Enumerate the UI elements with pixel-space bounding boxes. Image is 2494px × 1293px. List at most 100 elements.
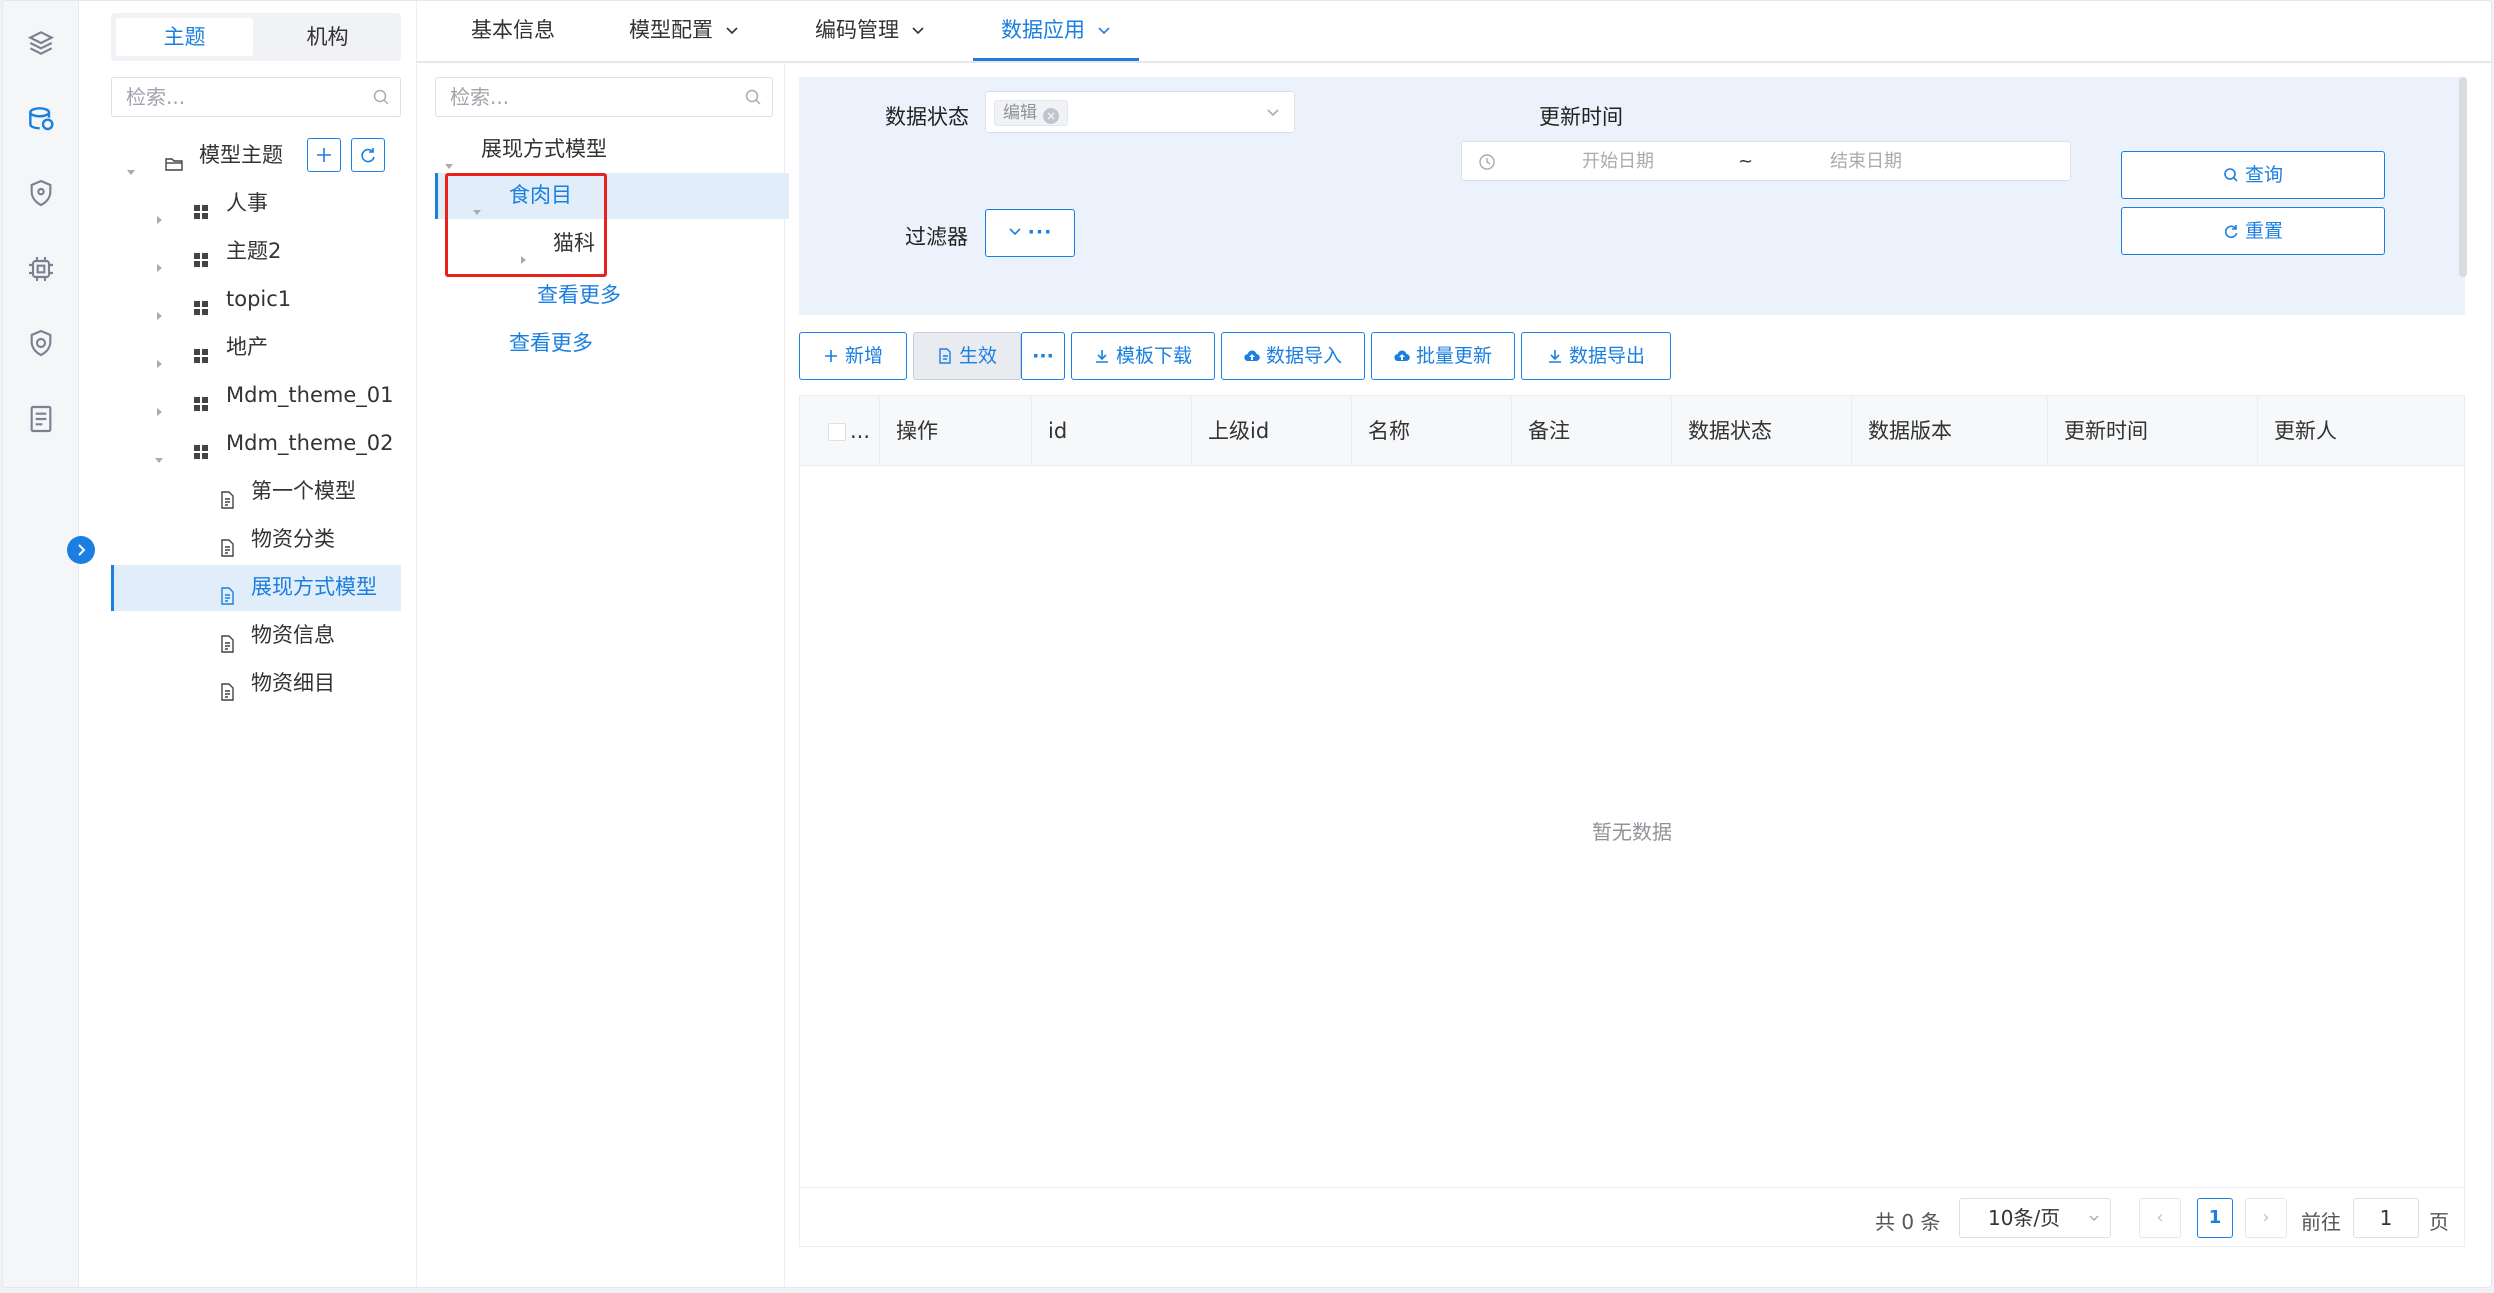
highlight-box <box>445 173 607 277</box>
grid-icon <box>191 433 211 459</box>
tree-item-topic[interactable]: 人事 <box>79 181 417 225</box>
vertical-scrollbar[interactable] <box>2459 77 2467 277</box>
add-button[interactable]: 新增 <box>799 332 907 380</box>
data-export-button[interactable]: 数据导出 <box>1521 332 1671 380</box>
pagination: 共 0 条 10条/页 ‹ 1 › 前往 1 页 <box>799 1187 2465 1247</box>
tag-close-icon[interactable]: × <box>1043 108 1059 124</box>
document-icon <box>217 625 237 653</box>
filter-label: 过滤器 <box>905 225 968 249</box>
data-import-button[interactable]: 数据导入 <box>1221 332 1365 380</box>
tree-item-model[interactable]: 物资信息 <box>111 613 401 657</box>
tree-item-model-selected[interactable]: 展现方式模型 <box>111 565 401 611</box>
chevron-down-icon <box>1267 109 1279 117</box>
view-more-link-inner[interactable]: 查看更多 <box>537 279 621 309</box>
tree-item-model[interactable]: 物资分类 <box>111 517 401 561</box>
caret-down-icon[interactable] <box>153 437 165 463</box>
next-page-button[interactable]: › <box>2245 1198 2287 1238</box>
caret-down-icon[interactable] <box>125 149 137 175</box>
refresh-button[interactable] <box>351 138 385 172</box>
caret-right-icon[interactable] <box>153 389 165 416</box>
end-date-placeholder[interactable]: 结束日期 <box>1830 142 1902 182</box>
filter-dropdown-button[interactable]: ··· <box>985 209 1075 257</box>
database-icon[interactable] <box>25 103 57 135</box>
sidebar-collapse-button[interactable] <box>67 536 95 564</box>
caret-right-icon[interactable] <box>153 197 165 224</box>
cloud-upload-icon <box>1244 350 1260 362</box>
column-header[interactable]: 操作 <box>880 396 1032 466</box>
data-table: ... 操作 id 上级id 名称 备注 数据状态 数据版本 更新时间 更新人 … <box>799 395 2465 1247</box>
clock-icon <box>1479 154 1495 170</box>
add-topic-button[interactable] <box>307 138 341 172</box>
document-icon <box>939 348 951 364</box>
document-icon <box>217 481 237 509</box>
topic-search-input[interactable] <box>112 78 400 116</box>
cloud-upload-icon <box>1394 350 1410 362</box>
start-date-placeholder[interactable]: 开始日期 <box>1582 142 1654 182</box>
column-header[interactable]: 数据状态 <box>1672 396 1852 466</box>
column-header[interactable]: 更新时间 <box>2048 396 2258 466</box>
tab-label: 模型配置 <box>629 18 713 42</box>
tab-organization[interactable]: 机构 <box>259 18 396 56</box>
data-tree-root[interactable]: 展现方式模型 <box>435 127 789 171</box>
column-header[interactable]: 备注 <box>1512 396 1672 466</box>
tree-item-topic[interactable]: Mdm_theme_01 <box>79 373 417 417</box>
select-all-checkbox[interactable] <box>828 423 846 441</box>
tree-item-label: 主题2 <box>226 239 282 263</box>
caret-down-icon[interactable] <box>443 143 455 169</box>
effective-button[interactable]: 生效 <box>913 332 1021 380</box>
tab-code-management[interactable]: 编码管理 <box>815 1 925 61</box>
add-button-label: 新增 <box>844 345 883 367</box>
template-download-button[interactable]: 模板下载 <box>1071 332 1215 380</box>
goto-page-input[interactable]: 1 <box>2353 1198 2419 1238</box>
tree-item-topic[interactable]: topic1 <box>79 277 417 321</box>
document-list-icon[interactable] <box>25 403 57 435</box>
column-header[interactable]: 数据版本 <box>1852 396 2048 466</box>
empty-state-text: 暂无数据 <box>1592 820 1672 844</box>
tree-item-topic[interactable]: Mdm_theme_02 <box>79 421 417 465</box>
search-icon <box>744 88 762 106</box>
tab-topic[interactable]: 主题 <box>116 18 253 56</box>
app-window: 主题 机构 模型主题 人事 主题2 topic1 <box>2 0 2492 1288</box>
download-icon <box>1095 350 1108 363</box>
data-tree-root-label: 展现方式模型 <box>481 137 607 161</box>
prev-page-button[interactable]: ‹ <box>2139 1198 2181 1238</box>
data-tree-search-input[interactable] <box>436 78 772 116</box>
caret-right-icon[interactable] <box>153 245 165 272</box>
tab-data-application[interactable]: 数据应用 <box>973 1 1139 61</box>
chevron-down-icon <box>726 27 738 35</box>
date-range-picker[interactable]: 开始日期 ~ 结束日期 <box>1461 141 2071 181</box>
filter-panel: 数据状态 编辑 × 更新时间 开始日期 ~ 结束日期 过滤器 ··· 查询 重置 <box>799 77 2465 315</box>
view-more-link-outer[interactable]: 查看更多 <box>509 327 593 357</box>
effective-button-label: 生效 <box>958 345 997 367</box>
column-header[interactable]: 上级id <box>1192 396 1352 466</box>
layers-icon[interactable] <box>25 27 57 59</box>
query-button[interactable]: 查询 <box>2121 151 2385 199</box>
grid-icon <box>191 289 211 315</box>
tree-item-model[interactable]: 物资细目 <box>111 661 401 705</box>
total-count: 共 0 条 <box>1875 1210 1941 1234</box>
tab-basic-info[interactable]: 基本信息 <box>471 1 555 61</box>
shield-check-icon[interactable] <box>25 327 57 359</box>
selection-indicator <box>435 173 438 219</box>
batch-update-button[interactable]: 批量更新 <box>1371 332 1515 380</box>
page-size-select[interactable]: 10条/页 <box>1959 1198 2111 1238</box>
column-header[interactable]: 名称 <box>1352 396 1512 466</box>
caret-right-icon[interactable] <box>153 293 165 320</box>
column-header[interactable]: 更新人 <box>2258 396 2466 466</box>
column-header[interactable]: id <box>1032 396 1192 466</box>
tree-item-label: 展现方式模型 <box>251 575 377 599</box>
more-actions-button[interactable]: ··· <box>1021 332 1065 380</box>
tree-item-label: 人事 <box>226 191 268 215</box>
caret-right-icon[interactable] <box>153 341 165 368</box>
chevron-down-icon <box>2089 1215 2099 1222</box>
tab-model-config[interactable]: 模型配置 <box>629 1 739 61</box>
tree-item-topic[interactable]: 主题2 <box>79 229 417 273</box>
page-number[interactable]: 1 <box>2197 1198 2233 1238</box>
tree-item-topic[interactable]: 地产 <box>79 325 417 369</box>
tree-item-model[interactable]: 第一个模型 <box>111 469 401 513</box>
status-select[interactable]: 编辑 × <box>985 91 1295 133</box>
shield-icon[interactable] <box>25 177 57 209</box>
page-suffix: 页 <box>2429 1210 2449 1234</box>
reset-button[interactable]: 重置 <box>2121 207 2385 255</box>
chip-icon[interactable] <box>25 253 57 285</box>
